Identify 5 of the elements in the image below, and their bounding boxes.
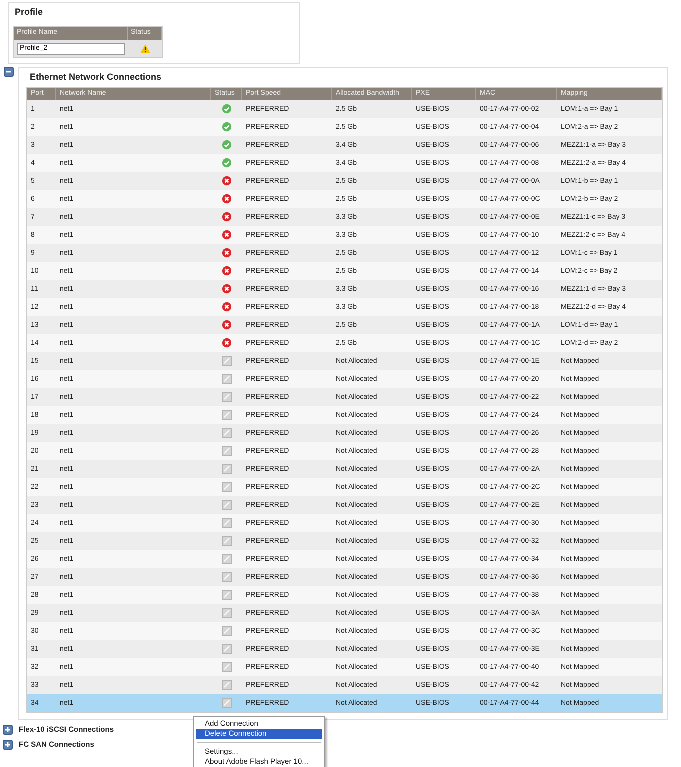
collapse-icon[interactable] [4,67,14,77]
expand-icon[interactable] [3,740,13,750]
expand-icon[interactable] [3,724,13,734]
profile-title: Profile [15,7,44,17]
section-title: Ethernet Network Connections [30,72,163,82]
